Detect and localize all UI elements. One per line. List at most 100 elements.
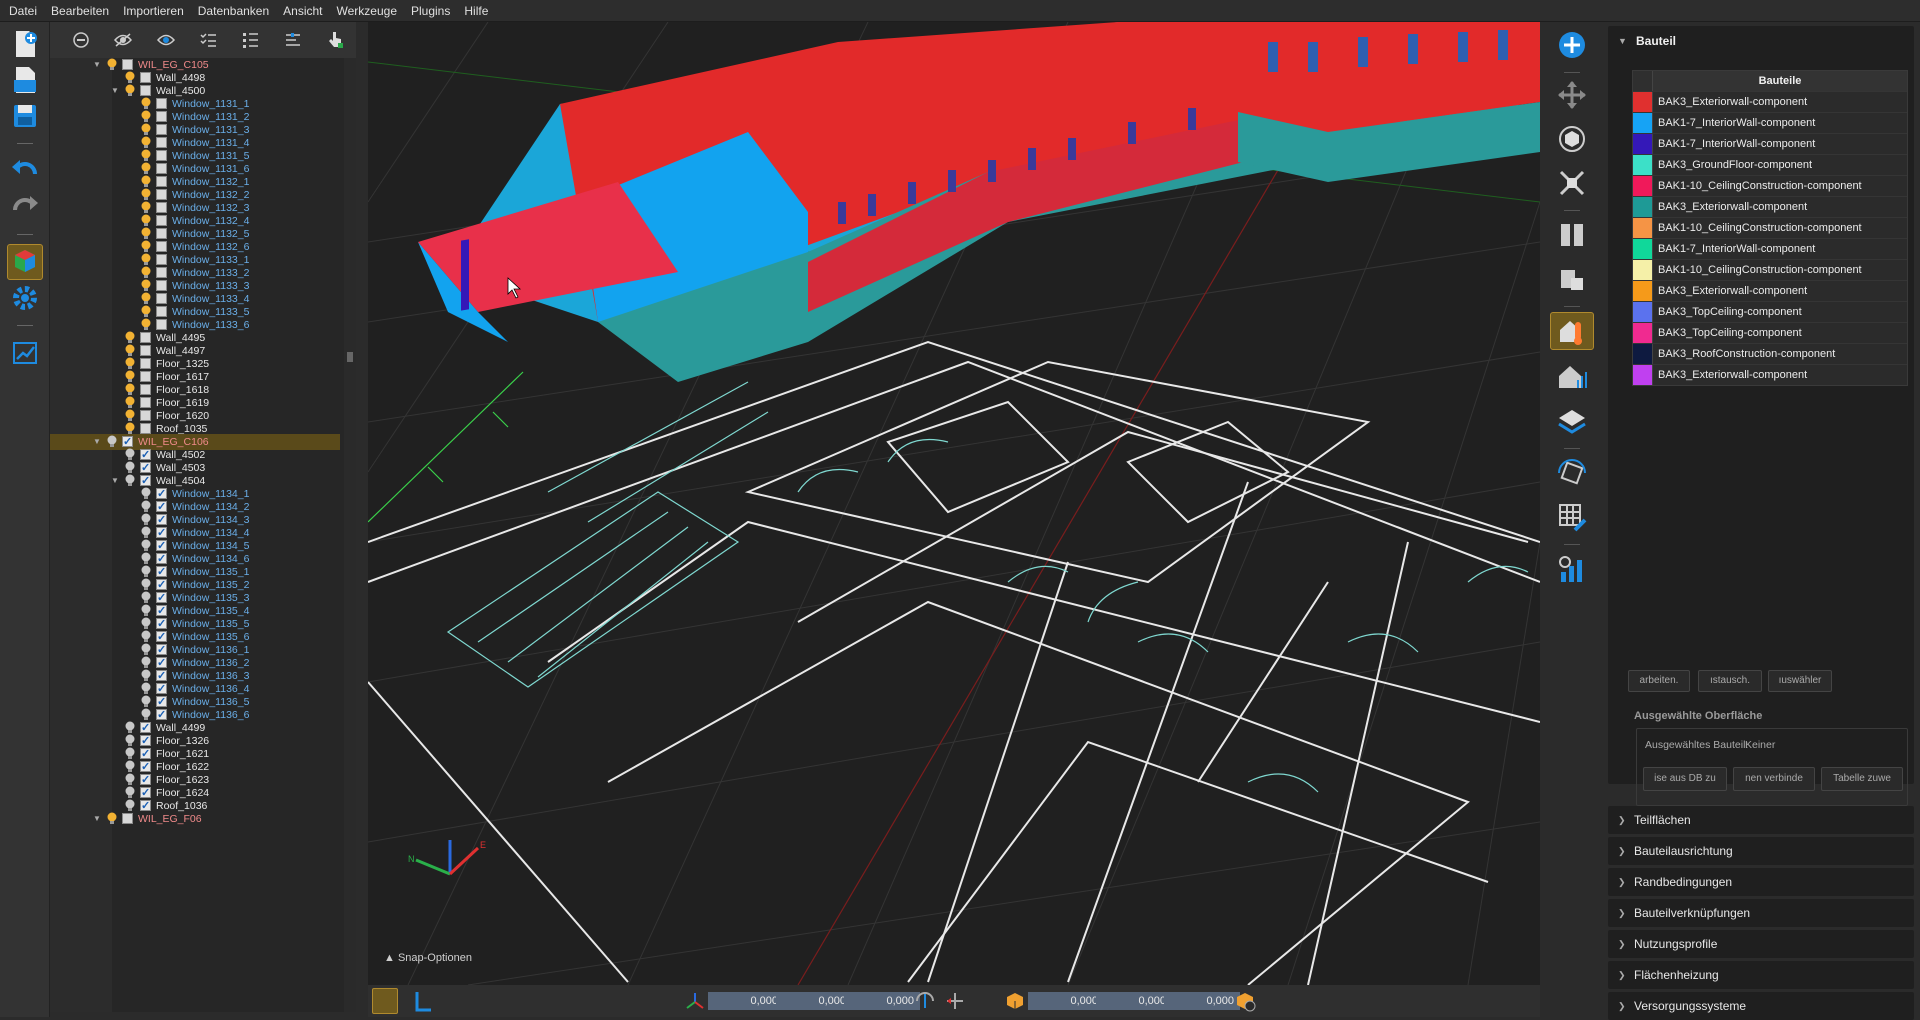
snap-mode-icon[interactable] (372, 988, 398, 1014)
component-row[interactable]: BAK3_TopCeiling-component (1633, 322, 1907, 343)
tree-checkbox[interactable] (156, 616, 167, 632)
tree-checkbox[interactable] (156, 137, 167, 148)
hide-icon[interactable] (60, 26, 102, 54)
tree-checkbox[interactable] (156, 642, 167, 658)
settings-gear-icon[interactable] (7, 280, 43, 316)
tree-checkbox[interactable] (156, 525, 167, 541)
visibility-bulb-icon[interactable] (106, 812, 118, 826)
menu-item[interactable]: Hilfe (457, 0, 495, 22)
tree-checkbox[interactable] (140, 85, 151, 96)
size-y-field[interactable]: 0,000 (1096, 992, 1172, 1010)
tree-checkbox[interactable] (140, 358, 151, 369)
assign-table-button[interactable]: Tabelle zuwe (1821, 767, 1903, 791)
menu-item[interactable]: Bearbeiten (44, 0, 116, 22)
expand-arrow-icon[interactable]: ▼ (92, 811, 102, 827)
3d-viewport[interactable]: N E ▲ Snap-Optionen (368, 22, 1540, 985)
tree-checkbox[interactable] (140, 384, 151, 395)
tree-checkbox[interactable] (156, 189, 167, 200)
tree-checkbox[interactable] (140, 72, 151, 83)
tree-checkbox[interactable] (156, 590, 167, 606)
tree-checkbox[interactable] (140, 785, 151, 801)
coord-x-field[interactable]: 0,000 (708, 992, 784, 1010)
tree-checkbox[interactable] (156, 564, 167, 580)
component-row[interactable]: BAK1-10_CeilingConstruction-component (1633, 217, 1907, 238)
component-row[interactable]: BAK1-10_CeilingConstruction-component (1633, 259, 1907, 280)
redo-icon[interactable] (7, 188, 43, 224)
collapsible-section[interactable]: ❯ Versorgungssysteme (1608, 992, 1914, 1020)
menu-item[interactable]: Ansicht (276, 0, 329, 22)
exchange-button[interactable]: ıstausch. (1698, 670, 1762, 692)
open-file-icon[interactable] (7, 62, 43, 98)
tree-checkbox[interactable] (156, 319, 167, 330)
model-view-icon[interactable] (7, 244, 43, 280)
tree-checkbox[interactable] (156, 150, 167, 161)
show-eye-icon[interactable] (145, 26, 187, 54)
tree-checkbox[interactable] (122, 813, 133, 824)
tree-checkbox[interactable] (156, 603, 167, 619)
house-signal-icon[interactable] (1550, 358, 1594, 396)
tree-checkbox[interactable] (156, 124, 167, 135)
component-row[interactable]: BAK3_RoofConstruction-component (1633, 343, 1907, 364)
component-row[interactable]: BAK3_TopCeiling-component (1633, 301, 1907, 322)
collapsible-section[interactable]: ❯ Bauteilausrichtung (1608, 837, 1914, 865)
component-row[interactable]: BAK3_Exteriorwall-component (1633, 280, 1907, 301)
component-row[interactable]: BAK1-7_InteriorWall-component (1633, 112, 1907, 133)
tree-scrollbar[interactable] (344, 58, 356, 1012)
tree-checkbox[interactable] (140, 746, 151, 762)
tree-checkbox[interactable] (140, 410, 151, 421)
connect-button[interactable]: nen verbinde (1733, 767, 1815, 791)
tree-checkbox[interactable] (140, 772, 151, 788)
tree-checkbox[interactable] (156, 655, 167, 671)
tree-checkbox[interactable] (156, 228, 167, 239)
move-arrows-icon[interactable] (1550, 76, 1594, 114)
layers-house-icon[interactable] (1550, 402, 1594, 440)
component-row[interactable]: BAK1-10_CeilingConstruction-component (1633, 175, 1907, 196)
check-list-icon[interactable] (187, 26, 229, 54)
rotate-icon[interactable] (914, 990, 936, 1012)
tree-checkbox[interactable] (140, 447, 151, 463)
grid-edit-icon[interactable] (1550, 498, 1594, 536)
coord-y-field[interactable]: 0,000 (776, 992, 852, 1010)
save-icon[interactable] (7, 98, 43, 134)
collapsible-section[interactable]: ❯ Flächenheizung (1608, 961, 1914, 989)
tree-checkbox[interactable] (156, 241, 167, 252)
menu-item[interactable]: Datei (2, 0, 44, 22)
tree-checkbox[interactable] (140, 720, 151, 736)
collapsible-section[interactable]: ❯ Teilflächen (1608, 806, 1914, 834)
rotate-cube-icon[interactable] (1550, 120, 1594, 158)
size-z-field[interactable]: 0,000 (1164, 992, 1240, 1010)
tree-checkbox[interactable] (156, 499, 167, 515)
tree-checkbox[interactable] (140, 345, 151, 356)
tree-row[interactable]: ▼ WIL_EG_F06 (50, 811, 340, 827)
scale-arrows-icon[interactable] (1550, 164, 1594, 202)
select-button[interactable]: ıuswähler (1768, 670, 1832, 692)
undo-icon[interactable] (7, 152, 43, 188)
collapsible-section[interactable]: ❯ Bauteilverknüpfungen (1608, 899, 1914, 927)
box-info-icon[interactable] (1234, 990, 1256, 1012)
split-wall-icon[interactable] (1550, 216, 1594, 254)
new-document-icon[interactable] (7, 26, 43, 62)
menu-item[interactable]: Werkzeuge (330, 0, 404, 22)
building-blocks-icon[interactable] (1550, 260, 1594, 298)
chevron-down-icon[interactable]: ▼ (1618, 36, 1627, 46)
tree-checkbox[interactable] (140, 733, 151, 749)
component-row[interactable]: BAK1-7_InteriorWall-component (1633, 238, 1907, 259)
edit-button[interactable]: arbeiten. (1628, 670, 1690, 692)
tree-checkbox[interactable] (156, 215, 167, 226)
tree-checkbox[interactable] (156, 176, 167, 187)
tree-checkbox[interactable] (156, 202, 167, 213)
add-circle-icon[interactable] (1550, 26, 1594, 64)
rotate-square-icon[interactable] (1550, 454, 1594, 492)
tree-checkbox[interactable] (156, 98, 167, 109)
snap-options-toggle[interactable]: ▲ Snap-Optionen (384, 952, 472, 964)
component-row[interactable]: BAK3_Exteriorwall-component (1633, 196, 1907, 217)
pointer-hand-icon[interactable] (314, 26, 356, 54)
tree-checkbox[interactable] (122, 434, 133, 450)
tree-checkbox[interactable] (140, 759, 151, 775)
component-row[interactable]: BAK3_Exteriorwall-component (1633, 364, 1907, 385)
analytics-chart-icon[interactable] (1550, 550, 1594, 588)
tree-checkbox[interactable] (156, 707, 167, 723)
tree-checkbox[interactable] (156, 668, 167, 684)
menu-item[interactable]: Datenbanken (191, 0, 276, 22)
tree-checkbox[interactable] (156, 486, 167, 502)
